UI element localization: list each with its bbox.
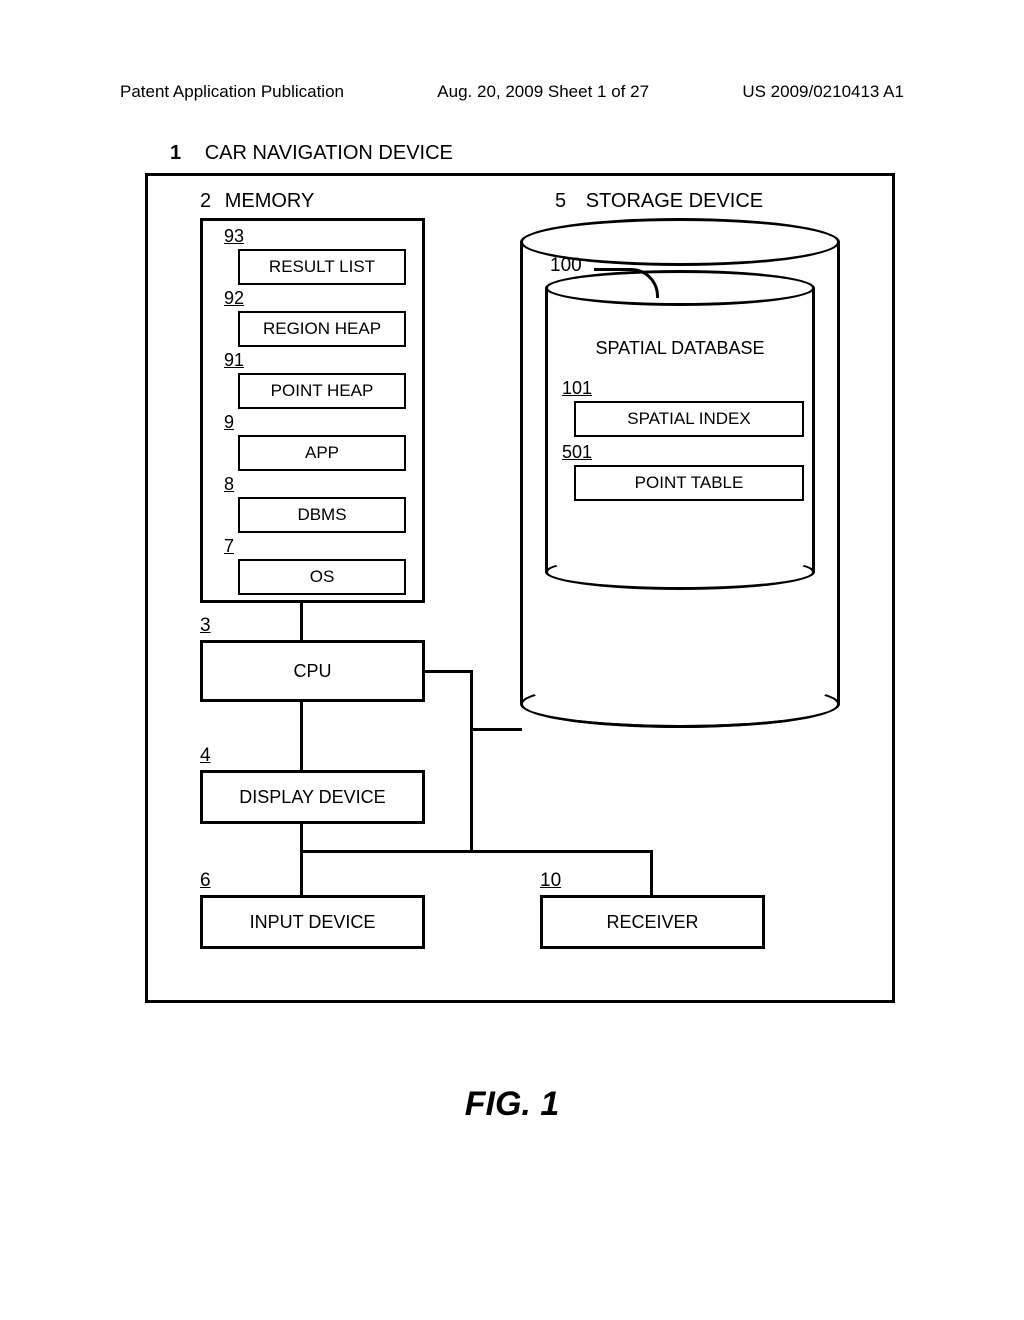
ref-num: 92 — [224, 288, 405, 309]
memory-item-result-list: 93 RESULT LIST — [220, 226, 405, 285]
memory-item-point-heap: 91 POINT HEAP — [220, 350, 405, 409]
memory-item-app: 9 APP — [220, 412, 405, 471]
display-block: DISPLAY DEVICE — [200, 770, 425, 824]
title-ref-num: 1 — [170, 142, 181, 164]
cpu-ref-num: 3 — [200, 615, 211, 637]
memory-item-region-heap: 92 REGION HEAP — [220, 288, 405, 347]
connector — [425, 670, 473, 673]
ref-num: 101 — [562, 378, 804, 399]
receiver-label: RECEIVER — [606, 912, 698, 933]
page-header: Patent Application Publication Aug. 20, … — [0, 82, 1024, 102]
memory-label: 2 MEMORY — [200, 190, 314, 213]
block-label: APP — [238, 435, 406, 471]
memory-text: MEMORY — [225, 190, 315, 212]
diagram-title: 1 CAR NAVIGATION DEVICE — [170, 142, 453, 165]
memory-item-os: 7 OS — [220, 536, 405, 595]
receiver-ref-num: 10 — [540, 870, 561, 892]
figure-caption: FIG. 1 — [0, 1085, 1024, 1124]
display-ref-num: 4 — [200, 745, 211, 767]
memory-ref-num: 2 — [200, 190, 211, 212]
ref-num: 91 — [224, 350, 405, 371]
display-label: DISPLAY DEVICE — [239, 787, 385, 808]
block-label: SPATIAL INDEX — [574, 401, 804, 437]
block-label: POINT HEAP — [238, 373, 406, 409]
input-label: INPUT DEVICE — [250, 912, 376, 933]
connector — [300, 702, 303, 770]
connector — [470, 728, 473, 853]
database-sub-point-table: 501 POINT TABLE — [560, 442, 804, 501]
header-right: US 2009/0210413 A1 — [742, 82, 904, 102]
block-label: REGION HEAP — [238, 311, 406, 347]
receiver-block: RECEIVER — [540, 895, 765, 949]
title-text: CAR NAVIGATION DEVICE — [205, 142, 453, 164]
header-left: Patent Application Publication — [120, 82, 344, 102]
header-mid: Aug. 20, 2009 Sheet 1 of 27 — [437, 82, 649, 102]
cpu-label: CPU — [293, 661, 331, 682]
storage-ref-num: 5 — [555, 190, 566, 212]
ref-num: 501 — [562, 442, 804, 463]
connector — [650, 850, 653, 895]
block-label: OS — [238, 559, 406, 595]
memory-item-dbms: 8 DBMS — [220, 474, 405, 533]
ref-num: 93 — [224, 226, 405, 247]
database-label: SPATIAL DATABASE — [560, 338, 800, 359]
connector — [470, 728, 522, 731]
connector — [300, 824, 303, 895]
connector — [300, 603, 303, 640]
storage-text: STORAGE DEVICE — [586, 190, 763, 212]
input-ref-num: 6 — [200, 870, 211, 892]
ref-num: 8 — [224, 474, 405, 495]
input-block: INPUT DEVICE — [200, 895, 425, 949]
block-label: RESULT LIST — [238, 249, 406, 285]
ref-num: 9 — [224, 412, 405, 433]
connector — [300, 850, 653, 853]
block-label: DBMS — [238, 497, 406, 533]
connector — [470, 670, 473, 730]
ref-num: 7 — [224, 536, 405, 557]
cpu-block: CPU — [200, 640, 425, 702]
database-sub-spatial-index: 101 SPATIAL INDEX — [560, 378, 804, 437]
block-label: POINT TABLE — [574, 465, 804, 501]
database-ref-num: 100 — [550, 255, 582, 277]
storage-label: 5 STORAGE DEVICE — [555, 190, 763, 213]
